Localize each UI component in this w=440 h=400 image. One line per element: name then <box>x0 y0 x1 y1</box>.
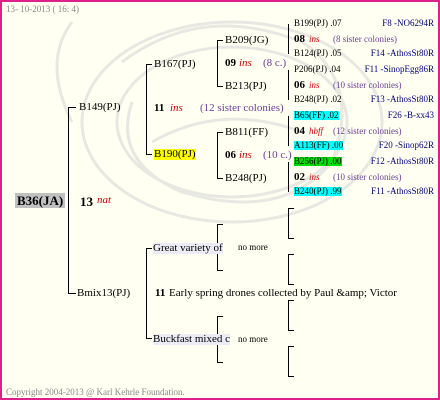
connector-empty <box>217 362 223 363</box>
connector-empty <box>288 284 294 285</box>
connector-gen4 <box>288 24 289 54</box>
connector-empty <box>288 330 294 331</box>
connector-gen3 <box>217 86 223 87</box>
gen4-drone-origin: F8 -NO6294R <box>382 18 434 28</box>
connector-empty <box>288 254 289 284</box>
gen4-year: 02 <box>294 171 305 183</box>
root-queen-id[interactable]: B36(JA) <box>15 193 66 208</box>
gen3-b213-id[interactable]: B213(PJ) <box>225 81 267 92</box>
gen4-queen-id[interactable]: P206(PJ) .04 <box>294 65 341 74</box>
gen2-dam-sire-id[interactable]: B190(PJ) <box>154 149 196 160</box>
gen1-sire-id[interactable]: Bmix13(PJ) <box>77 288 130 299</box>
connector-empty <box>288 376 294 377</box>
footer-copyright: Copyright 2004-2013 @ Karl Kehrle Founda… <box>6 387 185 397</box>
connector-empty <box>217 316 223 317</box>
connector-gen3 <box>217 178 223 179</box>
connector-empty <box>288 208 289 238</box>
connector-gen1 <box>68 107 76 108</box>
connector-empty <box>217 224 223 225</box>
gen4-origin: ins <box>309 172 320 182</box>
gen2-sire-sire-note: no more <box>238 334 268 344</box>
gen4-queen-id[interactable]: B248(PJ) .02 <box>294 95 342 104</box>
gen4-queen-id[interactable]: B65(FF) .02 <box>294 111 339 120</box>
connector-gen2 <box>146 248 152 249</box>
gen1-sire-note: Early spring drones collected by Paul &a… <box>169 287 397 299</box>
gen3-b811-origin: ins <box>239 149 252 161</box>
gen4-origin: ins <box>309 34 320 44</box>
pedigree-frame: 13- 10-2013 ( 16: 4) Copyright 2004-2013… <box>0 0 440 400</box>
connector-empty <box>288 346 294 347</box>
gen4-drone-origin: F14 -AthosSt80R <box>370 48 434 58</box>
header-date: 13- 10-2013 ( 16: 4) <box>6 4 79 14</box>
connector-gen2 <box>146 248 147 338</box>
gen2-year: 11 <box>154 102 165 114</box>
connector-empty <box>288 346 289 376</box>
gen3-b209-year: 09 <box>225 57 236 69</box>
gen4-drone-origin: F11 -SinopEgg86R <box>364 64 434 74</box>
gen3-b248-id[interactable]: B248(PJ) <box>225 173 267 184</box>
gen4-sister-note: (8 sister colonies) <box>333 34 397 44</box>
connector-gen1 <box>68 293 76 294</box>
gen3-b811-sisters: (10 c.) <box>263 149 292 161</box>
gen4-drone-origin: F11 -AthosSt80R <box>371 186 434 196</box>
connector-gen3 <box>217 40 218 86</box>
connector-empty <box>288 208 294 209</box>
connector-empty <box>288 300 294 301</box>
connector-empty <box>217 270 223 271</box>
gen4-queen-id[interactable]: B199(PJ) .07 <box>294 19 342 28</box>
gen3-b811-id[interactable]: B811(FF) <box>225 127 268 138</box>
gen3-b209-sisters: (8 c.) <box>263 57 287 69</box>
gen4-sister-note: (12 sister colonies) <box>333 126 402 136</box>
gen4-year: 06 <box>294 79 305 91</box>
gen1-dam-id[interactable]: B149(PJ) <box>79 102 121 113</box>
gen3-b209-id[interactable]: B209(JG) <box>225 35 268 46</box>
gen4-drone-origin: F26 -B-xx43 <box>387 110 434 120</box>
connector-gen4 <box>288 162 289 192</box>
gen2-origin: ins <box>170 102 183 114</box>
connector-gen2 <box>146 338 152 339</box>
gen2-sister-note: (12 sister colonies) <box>200 102 284 114</box>
connector-empty <box>288 238 294 239</box>
gen4-year: 04 <box>294 125 305 137</box>
gen4-origin: hbff <box>309 126 324 136</box>
root-origin: nat <box>97 194 112 206</box>
gen4-queen-id[interactable]: B240(PJ) .99 <box>294 187 342 196</box>
gen4-sister-note: (10 sister colonies) <box>333 80 402 90</box>
connector-gen4 <box>288 70 289 100</box>
gen3-b209-origin: ins <box>239 57 252 69</box>
connector-gen4 <box>288 116 289 146</box>
gen2-sire-dam-note: no more <box>238 242 268 252</box>
connector-gen2 <box>146 154 152 155</box>
gen4-queen-id[interactable]: A113(FF) .00 <box>294 141 344 150</box>
gen4-drone-origin: F12 -AthosSt80R <box>370 156 434 166</box>
connector-gen3 <box>217 132 223 133</box>
gen4-origin: ins <box>309 80 320 90</box>
gen2-sire-dam-id[interactable]: Great variety of <box>153 243 223 254</box>
connector-gen2 <box>146 64 147 154</box>
gen1-sire-year: 11 <box>155 287 166 299</box>
gen4-drone-origin: F20 -Sinop62R <box>378 140 434 150</box>
connector-empty <box>288 300 289 330</box>
connector-gen3 <box>217 132 218 178</box>
connector-gen3 <box>217 40 223 41</box>
gen4-queen-id[interactable]: B124(PJ) .05 <box>294 49 342 58</box>
connector-empty <box>288 254 294 255</box>
connector-gen2 <box>146 64 152 65</box>
gen3-b811-year: 06 <box>225 149 236 161</box>
connector-gen1 <box>68 107 69 293</box>
gen4-queen-id[interactable]: B256(PJ) .00 <box>294 157 342 166</box>
gen4-sister-note: (10 sister colonies) <box>333 172 402 182</box>
root-year: 13 <box>80 194 93 209</box>
gen2-dam-dam-id[interactable]: B167(PJ) <box>154 59 196 70</box>
gen4-drone-origin: F13 -AthosSt80R <box>370 94 434 104</box>
gen2-sire-sire-id[interactable]: Buckfast mixed c <box>153 334 230 345</box>
gen4-year: 08 <box>294 33 305 45</box>
